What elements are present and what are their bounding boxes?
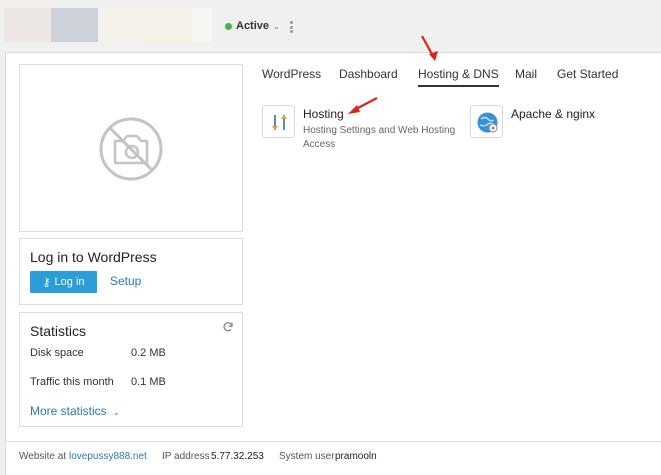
status-dot-icon (225, 22, 232, 30)
chevron-down-icon: ⌄ (113, 408, 120, 417)
site-info-footer: Website at lovepussy888.net IP address 5… (6, 441, 661, 475)
chevron-down-icon: ⌄ (273, 21, 280, 31)
color-swatch (192, 8, 212, 42)
color-swatch (4, 8, 51, 42)
statistics-title: Statistics (30, 323, 87, 339)
more-statistics-label: More statistics (30, 404, 107, 418)
stat-label: Traffic this month (30, 376, 114, 388)
color-swatch (98, 8, 145, 42)
login-button[interactable]: ⚷ Log in (30, 271, 97, 293)
status-label: Active (236, 20, 270, 32)
ip-address-label: IP address (162, 451, 210, 462)
statistics-panel: Statistics Disk space 0.2 MB Traffic thi… (19, 312, 243, 427)
color-swatch (51, 8, 98, 42)
tab-get-started[interactable]: Get Started (557, 67, 618, 87)
annotation-arrow-icon (348, 97, 378, 114)
login-button-label: Log in (54, 276, 85, 288)
tab-mail[interactable]: Mail (515, 67, 537, 87)
system-user-value: pramooln (335, 451, 377, 462)
status-dropdown[interactable]: Active ⌄ (225, 20, 280, 32)
refresh-icon[interactable] (222, 321, 234, 333)
tab-dashboard[interactable]: Dashboard (339, 67, 398, 87)
wordpress-login-panel: Log in to WordPress ⚷ Log in Setup (19, 238, 243, 305)
more-statistics-link[interactable]: More statistics ⌄ (30, 404, 120, 418)
annotation-arrow-icon (421, 35, 438, 61)
website-link[interactable]: lovepussy888.net (69, 451, 147, 462)
stat-label: Disk space (30, 347, 84, 359)
apache-nginx-tile-title: Apache & nginx (511, 107, 596, 121)
wordpress-login-title: Log in to WordPress (30, 249, 157, 265)
site-card: Log in to WordPress ⚷ Log in Setup Stati… (5, 52, 661, 475)
website-label: Website at (19, 451, 67, 462)
system-user-label: System user (279, 451, 335, 462)
ip-address-value: 5.77.32.253 (211, 451, 264, 462)
stat-value: 0.2 MB (131, 347, 166, 359)
key-icon: ⚷ (42, 276, 51, 289)
hosting-settings-icon (262, 105, 295, 138)
hosting-tile-title: Hosting (303, 107, 344, 121)
tab-hosting-dns[interactable]: Hosting & DNS (418, 67, 499, 87)
color-swatch (145, 8, 192, 42)
site-preview[interactable] (19, 64, 243, 232)
apache-nginx-globe-icon (470, 105, 503, 138)
apache-nginx-tile[interactable]: Apache & nginx (470, 105, 650, 141)
top-bar: Active ⌄ (0, 0, 661, 52)
hosting-tile-description: Hosting Settings and Web Hosting Access (303, 125, 456, 150)
no-image-camera-icon (99, 117, 163, 181)
setup-link[interactable]: Setup (110, 274, 141, 288)
tab-wordpress[interactable]: WordPress (262, 67, 321, 87)
kebab-menu-icon[interactable] (288, 19, 294, 35)
stat-value: 0.1 MB (131, 376, 166, 388)
